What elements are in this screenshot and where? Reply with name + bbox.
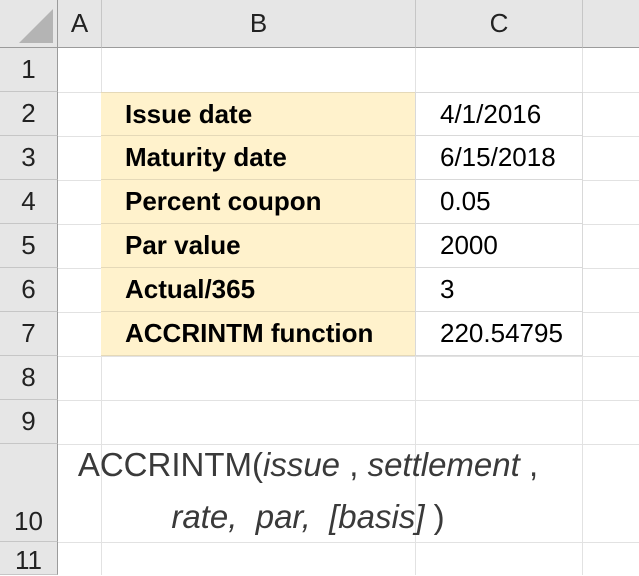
- select-all-button[interactable]: [0, 0, 58, 48]
- row-header-2[interactable]: 2: [0, 92, 58, 136]
- row-header-6[interactable]: 6: [0, 268, 58, 312]
- syntax-close-paren: ): [424, 498, 445, 535]
- cell-b6[interactable]: Actual/365: [101, 268, 416, 312]
- syntax-arg-issue: issue: [263, 446, 341, 483]
- syntax-separator: ,: [519, 446, 539, 483]
- row-header-7[interactable]: 7: [0, 312, 58, 356]
- column-header-b[interactable]: B: [102, 0, 416, 48]
- cell-c3[interactable]: 6/15/2018: [415, 136, 583, 180]
- column-header-d[interactable]: [583, 0, 639, 48]
- syntax-line-2: rate, par, [basis] ): [58, 498, 558, 536]
- cell-c5[interactable]: 2000: [415, 224, 583, 268]
- grid-line: [58, 400, 639, 401]
- syntax-arg-basis: [basis]: [329, 498, 425, 535]
- syntax-line-1: ACCRINTM(issue , settlement ,: [58, 446, 558, 484]
- row-header-11[interactable]: 11: [0, 542, 58, 575]
- syntax-arg-settlement: settlement: [367, 446, 520, 483]
- row-header-10[interactable]: 10: [0, 444, 58, 542]
- cell-b5[interactable]: Par value: [101, 224, 416, 268]
- row-header-4[interactable]: 4: [0, 180, 58, 224]
- cell-c4[interactable]: 0.05: [415, 180, 583, 224]
- cell-b4[interactable]: Percent coupon: [101, 180, 416, 224]
- row-header-3[interactable]: 3: [0, 136, 58, 180]
- cell-b2[interactable]: Issue date: [101, 92, 416, 136]
- cell-c2[interactable]: 4/1/2016: [415, 92, 583, 136]
- column-header-c[interactable]: C: [416, 0, 583, 48]
- row-header-8[interactable]: 8: [0, 356, 58, 400]
- row-header-5[interactable]: 5: [0, 224, 58, 268]
- syntax-function-name: ACCRINTM(: [77, 446, 263, 483]
- grid-line: [58, 356, 639, 357]
- syntax-arg-par: par,: [255, 498, 311, 535]
- column-header-a[interactable]: A: [58, 0, 102, 48]
- row-header-1[interactable]: 1: [0, 48, 58, 92]
- syntax-arg-rate: rate,: [171, 498, 238, 535]
- grid-line: [58, 444, 639, 445]
- cell-b7[interactable]: ACCRINTM function: [101, 312, 416, 356]
- spreadsheet: A B C 1 2 3 4 5 6 7 8 9 10 11 Issue date…: [0, 0, 639, 575]
- cell-c6[interactable]: 3: [415, 268, 583, 312]
- syntax-separator: ,: [340, 446, 368, 483]
- row-header-9[interactable]: 9: [0, 400, 58, 444]
- select-all-triangle-icon: [19, 9, 53, 43]
- grid-line: [58, 542, 639, 543]
- cell-b3[interactable]: Maturity date: [101, 136, 416, 180]
- cell-c7[interactable]: 220.54795: [415, 312, 583, 356]
